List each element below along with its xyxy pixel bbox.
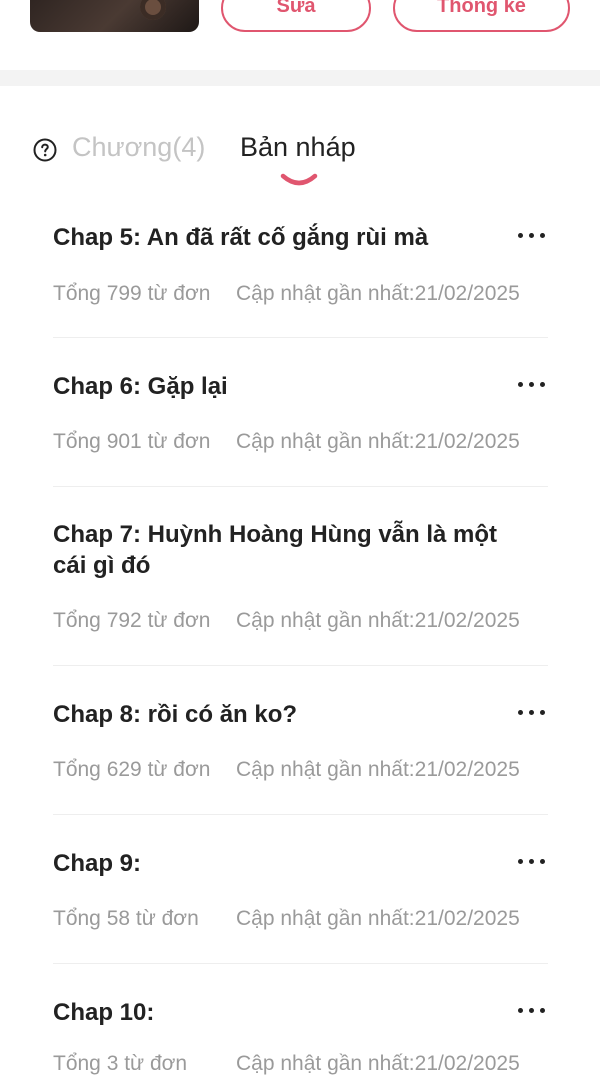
more-options-icon[interactable] [518, 707, 546, 719]
last-updated: Cập nhật gần nhất:21/02/2025 [236, 907, 520, 930]
draft-title: Chap 10: [53, 999, 155, 1026]
last-updated: Cập nhật gần nhất:21/02/2025 [236, 758, 520, 781]
word-count: Tổng 629 từ đơn [53, 758, 211, 781]
last-updated: Cập nhật gần nhất:21/02/2025 [236, 609, 520, 632]
chapter-tabs: Chương(4) Bản nháp [0, 86, 600, 196]
draft-item[interactable]: Chap 8: rồi có ăn ko? Tổng 629 từ đơn Cậ… [53, 666, 548, 815]
word-count: Tổng 58 từ đơn [53, 907, 199, 930]
draft-chapter-list: Chap 5: An đã rất cố gắng rùi mà Tổng 79… [53, 196, 548, 1075]
active-tab-indicator [280, 173, 318, 186]
word-count: Tổng 792 từ đơn [53, 609, 211, 632]
draft-item[interactable]: Chap 9: Tổng 58 từ đơn Cập nhật gần nhất… [53, 815, 548, 964]
story-cover-image[interactable] [30, 0, 199, 32]
last-updated: Cập nhật gần nhất:21/02/2025 [236, 430, 520, 453]
cover-artwork [140, 0, 166, 20]
draft-title: Chap 6: Gặp lại [53, 373, 228, 400]
draft-title: Chap 5: An đã rất cố gắng rùi mà [53, 224, 429, 251]
more-options-icon[interactable] [518, 856, 546, 868]
tab-chapters[interactable]: Chương(4) [72, 132, 205, 163]
draft-title: Chap 9: [53, 850, 142, 877]
last-updated: Cập nhật gần nhất:21/02/2025 [236, 282, 520, 305]
draft-title: Chap 8: rồi có ăn ko? [53, 701, 298, 728]
more-options-icon[interactable] [518, 379, 546, 391]
word-count: Tổng 901 từ đơn [53, 430, 211, 453]
edit-button[interactable]: Sửa [221, 0, 371, 32]
last-updated: Cập nhật gần nhất:21/02/2025 [236, 1052, 520, 1075]
story-header: Sửa Thống kê [0, 0, 600, 70]
draft-title: Chap 7: Huỳnh Hoàng Hùng vẫn là một cái … [53, 521, 498, 579]
more-options-icon[interactable] [518, 1005, 546, 1017]
draft-item[interactable]: Chap 10: Tổng 3 từ đơn Cập nhật gần nhất… [53, 964, 548, 1075]
draft-item[interactable]: Chap 6: Gặp lại Tổng 901 từ đơn Cập nhật… [53, 338, 548, 487]
tab-drafts[interactable]: Bản nháp [240, 132, 356, 163]
draft-item[interactable]: Chap 5: An đã rất cố gắng rùi mà Tổng 79… [53, 196, 548, 338]
word-count: Tổng 799 từ đơn [53, 282, 211, 305]
more-options-icon[interactable] [518, 230, 546, 242]
section-divider [0, 70, 600, 86]
statistics-button[interactable]: Thống kê [393, 0, 570, 32]
help-icon[interactable] [33, 138, 57, 162]
word-count: Tổng 3 từ đơn [53, 1052, 188, 1075]
draft-item[interactable]: Chap 7: Huỳnh Hoàng Hùng vẫn là một cái … [53, 487, 548, 666]
